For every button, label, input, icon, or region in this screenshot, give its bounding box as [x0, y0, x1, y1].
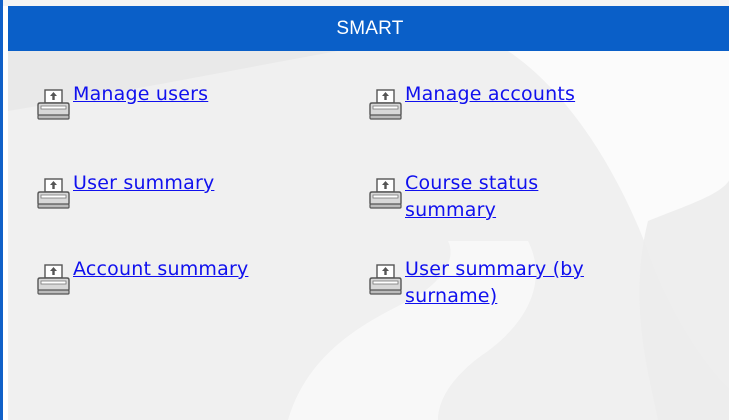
link-label[interactable]: Account summary	[73, 256, 323, 283]
link-manage-accounts[interactable]: Manage accounts	[368, 81, 655, 123]
link-label[interactable]: User summary	[73, 170, 323, 197]
link-user-summary-by-surname[interactable]: User summary (by surname)	[368, 256, 645, 310]
panel-body: Manage users Manage accounts User summar…	[8, 51, 729, 420]
link-label[interactable]: Manage accounts	[405, 81, 655, 108]
panel-title: SMART	[336, 17, 404, 39]
panel-header: SMART	[8, 6, 729, 51]
printer-icon	[369, 178, 402, 209]
link-label[interactable]: Manage users	[73, 81, 323, 108]
link-label[interactable]: Course status summary	[405, 170, 605, 224]
links-grid: Manage users Manage accounts User summar…	[8, 51, 729, 420]
printer-icon	[37, 89, 70, 120]
link-course-status-summary[interactable]: Course status summary	[368, 170, 605, 224]
printer-icon	[37, 178, 70, 209]
link-user-summary[interactable]: User summary	[36, 170, 323, 212]
printer-icon	[37, 264, 70, 295]
printer-icon	[369, 264, 402, 295]
link-manage-users[interactable]: Manage users	[36, 81, 323, 123]
link-account-summary[interactable]: Account summary	[36, 256, 323, 298]
smart-panel: SMART Manage users Manage accounts User …	[0, 0, 729, 420]
printer-icon	[369, 89, 402, 120]
link-label[interactable]: User summary (by surname)	[405, 256, 645, 310]
